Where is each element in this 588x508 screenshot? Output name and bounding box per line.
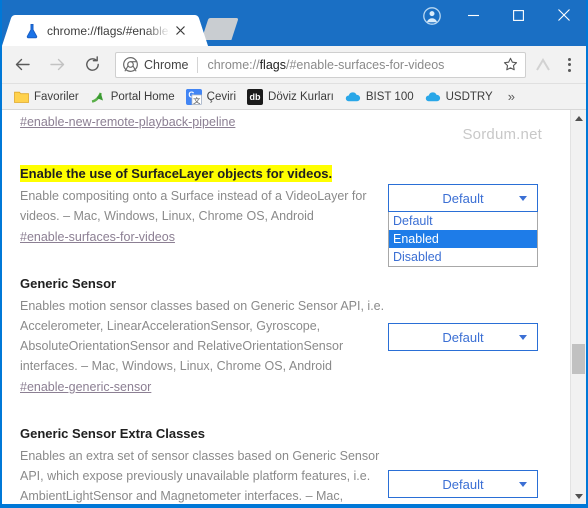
page-scrollbar[interactable] <box>570 110 586 504</box>
bookmark-item-favoriler[interactable]: Favoriler <box>10 87 85 107</box>
url-prefix: chrome:// <box>207 57 260 72</box>
bookmark-label: Döviz Kurları <box>268 90 334 103</box>
flag-anchor-link[interactable]: #enable-generic-sensor <box>20 380 151 394</box>
experiment-description: Enables an extra set of sensor classes b… <box>20 449 380 503</box>
experiment-row: Generic Sensor Enables motion sensor cla… <box>20 275 554 396</box>
experiment-select-wrap: Default <box>388 323 538 351</box>
experiment-select-wrap: Default Default Enabled Disabled <box>388 184 538 267</box>
url-suffix: /#enable-surfaces-for-videos <box>285 57 445 72</box>
bookmark-label: Çeviri <box>206 90 237 103</box>
bookmark-item-bist-100[interactable]: BIST 100 <box>342 87 420 107</box>
flags-page: Sordum.net #enable-new-remote-playback-p… <box>2 110 570 504</box>
back-arrow-icon[interactable] <box>7 50 37 80</box>
experiment-select-value: Default <box>442 476 484 492</box>
cloud-icon <box>345 89 361 105</box>
security-chip-label: Chrome <box>144 57 189 72</box>
extension-icon[interactable] <box>530 50 556 80</box>
flag-anchor-link[interactable]: #enable-new-remote-playback-pipeline <box>20 115 235 129</box>
experiment-title: Generic Sensor <box>20 276 117 291</box>
triangle-up <box>574 115 583 121</box>
svg-text:文: 文 <box>193 96 201 105</box>
select-option-default[interactable]: Default <box>389 212 537 230</box>
bookmark-label: Favoriler <box>34 90 79 103</box>
forward-arrow-icon <box>42 50 72 80</box>
three-dot-menu-icon[interactable] <box>556 50 582 80</box>
omnibox-divider <box>197 56 199 73</box>
flag-anchor-link[interactable]: #enable-surfaces-for-videos <box>20 230 175 244</box>
experiment-select[interactable]: Default <box>388 470 538 498</box>
chrome-logo-icon <box>123 57 138 72</box>
experiment-info: Generic Sensor Extra Classes Enables an … <box>20 425 395 504</box>
page-content: Sordum.net #enable-new-remote-playback-p… <box>2 110 586 504</box>
experiment-select[interactable]: Default <box>388 184 538 212</box>
tab-title: chrome://flags/#enable-s <box>47 23 170 38</box>
browser-tab[interactable]: chrome://flags/#enable-s <box>16 15 194 46</box>
menu-dot <box>567 63 571 66</box>
bookmarks-overflow-button[interactable]: » <box>503 87 520 107</box>
tab-strip: chrome://flags/#enable-s <box>2 14 586 46</box>
experiment-description: Enable compositing onto a Surface instea… <box>20 189 367 223</box>
scrollbar-thumb[interactable] <box>572 344 585 374</box>
folder-icon <box>13 89 29 105</box>
cloud-icon <box>425 89 441 105</box>
google-translate-icon: G 文 <box>185 88 202 105</box>
address-bar[interactable]: Chrome chrome://flags/#enable-surfaces-f… <box>115 51 526 78</box>
experiment-row: Enable the use of SurfaceLayer objects f… <box>20 165 554 267</box>
portal-icon <box>90 89 106 105</box>
triangle-down <box>574 493 583 499</box>
experiment-title: Generic Sensor Extra Classes <box>20 426 205 441</box>
experiment-select-value: Default <box>442 329 484 345</box>
experiment-row: Generic Sensor Extra Classes Enables an … <box>20 425 554 504</box>
bookmark-star-icon[interactable] <box>501 56 519 74</box>
scroll-up-arrow-icon[interactable] <box>571 110 586 126</box>
bookmark-label: USDTRY <box>445 90 493 103</box>
chevron-down-icon <box>519 195 527 201</box>
experiment-info: Enable the use of SurfaceLayer objects f… <box>20 165 395 246</box>
experiment-title: Enable the use of SurfaceLayer objects f… <box>20 165 333 182</box>
db-icon: db <box>247 88 264 105</box>
bookmark-item-doviz-kurlari[interactable]: db Döviz Kurları <box>244 87 340 107</box>
title-bar: chrome://flags/#enable-s <box>2 0 586 46</box>
bookmark-label: Portal Home <box>110 90 175 103</box>
experiment-select-options: Default Enabled Disabled <box>388 212 538 267</box>
chevron-down-icon <box>519 334 527 340</box>
menu-dot <box>567 68 571 72</box>
chevron-down-icon <box>519 481 527 487</box>
scroll-down-arrow-icon[interactable] <box>571 488 586 504</box>
bookmark-item-portal-home[interactable]: Portal Home <box>87 87 181 107</box>
tab-close-icon[interactable] <box>172 23 188 39</box>
experiment-select-wrap: Default <box>388 470 538 498</box>
reload-icon[interactable] <box>77 50 107 80</box>
url-host: flags <box>259 57 286 72</box>
bookmark-label: BIST 100 <box>365 90 414 103</box>
select-option-disabled[interactable]: Disabled <box>389 248 537 266</box>
menu-dot <box>567 57 571 61</box>
flask-icon <box>24 23 40 39</box>
watermark: Sordum.net <box>462 126 542 143</box>
bookmarks-bar: Favoriler Portal Home G 文 Çeviri db Dövi… <box>2 84 586 110</box>
select-option-enabled[interactable]: Enabled <box>389 230 537 248</box>
omnibox-url-text: chrome://flags/#enable-surfaces-for-vide… <box>207 58 497 72</box>
browser-window: chrome://flags/#enable-s Chrome chrome:/… <box>0 0 588 508</box>
navigation-toolbar: Chrome chrome://flags/#enable-surfaces-f… <box>2 46 586 84</box>
bookmark-item-ceviri[interactable]: G 文 Çeviri <box>183 87 242 107</box>
experiment-select[interactable]: Default <box>388 323 538 351</box>
experiment-select-value: Default <box>442 190 484 206</box>
bookmark-item-usdtry[interactable]: USDTRY <box>422 87 499 107</box>
experiment-info: Generic Sensor Enables motion sensor cla… <box>20 275 395 396</box>
new-tab-button[interactable] <box>201 18 239 40</box>
experiment-description: Enables motion sensor classes based on G… <box>20 299 385 373</box>
